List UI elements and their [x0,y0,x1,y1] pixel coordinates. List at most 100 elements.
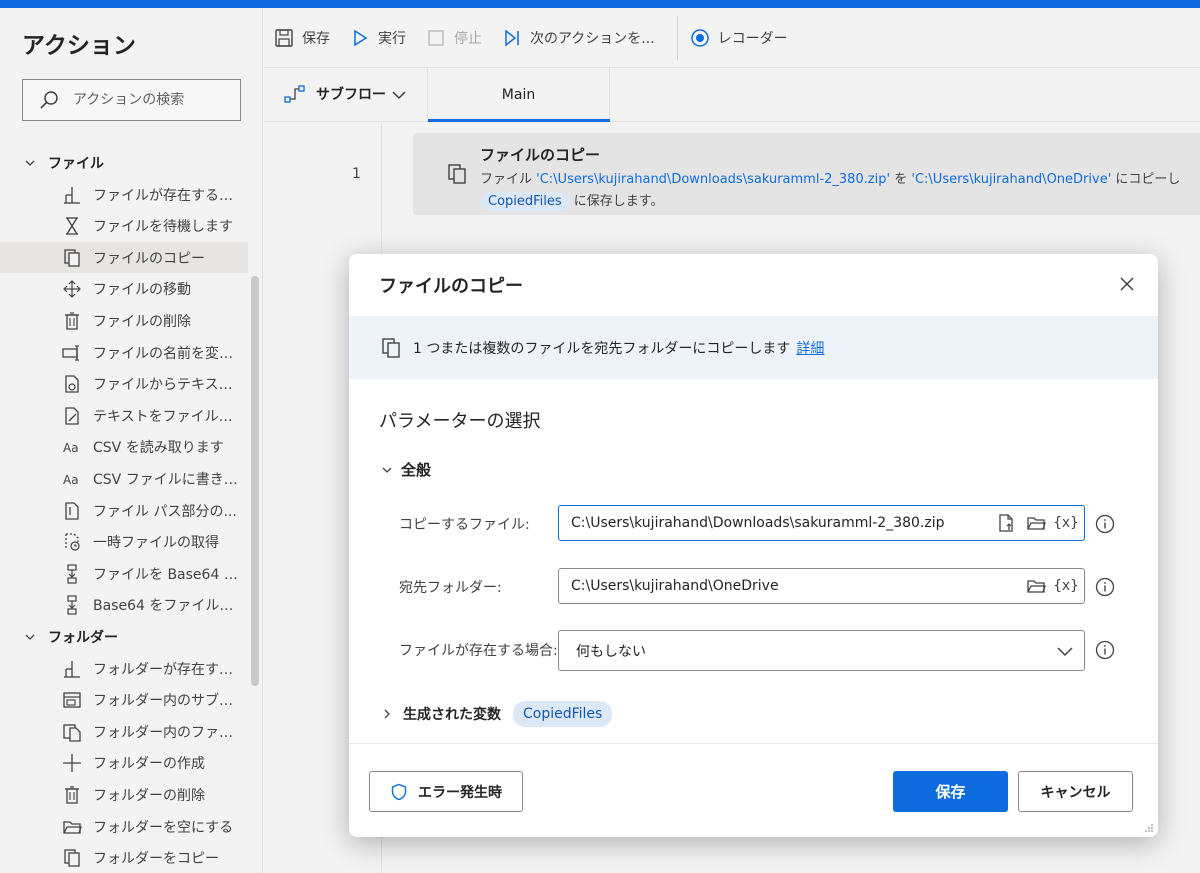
flow-action-card[interactable]: ファイルのコピー ファイル 'C:\Users\kujirahand\Downl… [413,133,1200,215]
copy-icon [382,337,400,358]
generated-variable-chip[interactable]: CopiedFiles [513,701,613,727]
group-file[interactable]: ファイル [24,153,104,173]
action-item-label: ファイルの名前を変更... [93,345,238,362]
info-icon[interactable] [1095,577,1115,597]
action-item[interactable]: フォルダーが存在する... [0,653,248,684]
if-exists-label: ファイルが存在する場合: [399,643,558,659]
action-item[interactable]: Base64 をファイルに... [0,590,248,621]
generated-variables-toggle[interactable]: 生成された変数 CopiedFiles [381,701,613,727]
action-item-label: フォルダーの削除 [93,787,205,804]
details-link[interactable]: 詳細 [796,338,824,358]
action-item[interactable]: フォルダー内のサブフォ... [0,685,248,716]
file-picker-icon[interactable] [992,509,1020,537]
action-item[interactable]: ファイルが存在する場... [0,179,248,210]
action-item[interactable]: Aa CSV ファイルに書き込... [0,463,248,494]
action-item-label: ファイルの削除 [93,313,191,330]
chevron-down-icon [25,634,35,640]
action-item[interactable]: フォルダーをコピー [0,843,248,873]
general-label: 全般 [401,461,432,479]
action-item-label: フォルダーを空にする [93,819,234,836]
action-item[interactable]: フォルダーの作成 [0,748,248,779]
copy-icon [448,164,466,184]
dialog-title: ファイルのコピー [379,276,523,297]
copy-file-field[interactable]: C:\Users\kujirahand\Downloads\sakuramml-… [558,505,1085,541]
actions-panel-title: アクション [22,33,136,59]
subflow-icon [284,85,305,103]
run-button[interactable]: 実行 [350,28,406,48]
stop-button[interactable]: 停止 [426,28,482,48]
chevron-down-icon[interactable] [390,86,408,104]
flow-action-description: ファイル 'C:\Users\kujirahand\Downloads\saku… [480,168,1180,187]
parameters-title: パラメーターの選択 [379,411,541,432]
if-exists-select[interactable]: 何もしない [558,630,1085,671]
dest-path: 'C:\Users\kujirahand\OneDrive' [911,172,1112,187]
action-item[interactable]: ファイルを待機します [0,211,248,242]
toolbar-divider [676,15,678,60]
action-item[interactable]: ファイル パス部分の... [0,495,248,526]
folder-picker-icon[interactable] [1022,509,1050,537]
flow-action-output: CopiedFiles に保存します。 [480,190,664,211]
copy-file-value[interactable]: C:\Users\kujirahand\Downloads\sakuramml-… [571,515,990,531]
action-item[interactable]: Aa CSV を読み取ります [0,432,248,463]
tab-main[interactable]: Main [428,68,610,122]
close-icon[interactable] [1117,274,1137,294]
file-write-icon [60,404,84,428]
action-item[interactable]: ファイルからテキストを... [0,369,248,400]
action-item[interactable]: フォルダーを空にする [0,811,248,842]
action-search-input[interactable] [73,92,223,108]
recorder-button[interactable]: レコーダー [690,28,788,48]
resize-grip-icon[interactable] [1144,823,1154,833]
action-item[interactable]: テキストをファイルに書... [0,400,248,431]
copy-icon [60,846,84,870]
folder-picker-icon[interactable] [1022,572,1050,600]
record-icon [690,28,709,47]
action-item-label: CSV を読み取ります [93,440,224,457]
variable-picker-icon[interactable]: {x} [1052,572,1080,600]
action-item-label: ファイルのコピー [93,250,205,267]
dest-folder-label: 宛先フォルダー: [399,580,502,596]
on-error-label: エラー発生時 [418,784,502,801]
desc-suffix: にコピーし [1111,172,1181,187]
action-item[interactable]: フォルダー内のファイル... [0,716,248,747]
file-path-icon [60,499,84,523]
save-toolbar-button[interactable]: 保存 [274,28,330,48]
convert-icon [60,562,84,586]
info-icon[interactable] [1095,514,1115,534]
subflow-button[interactable]: サブフロー [284,84,386,104]
action-item[interactable]: ファイルの移動 [0,274,248,305]
action-item[interactable]: ファイルを Base64 に... [0,558,248,589]
cancel-button[interactable]: キャンセル [1018,771,1133,812]
next-action-button[interactable]: 次のアクションを... [502,28,655,48]
text-aa-icon: Aa [60,467,84,491]
save-icon [275,28,293,47]
general-section-toggle[interactable]: 全般 [381,459,431,480]
dest-folder-value[interactable]: C:\Users\kujirahand\OneDrive [571,578,1020,594]
info-icon[interactable] [1095,640,1115,660]
flow-action-title: ファイルのコピー [480,146,601,164]
action-item[interactable]: フォルダーの削除 [0,779,248,810]
action-item-label: フォルダーをコピー [93,851,219,868]
action-item[interactable]: 一時ファイルの取得 [0,527,248,558]
copy-file-label: コピーするファイル: [399,517,530,533]
next-action-label: 次のアクションを... [530,30,655,47]
dest-folder-field[interactable]: C:\Users\kujirahand\OneDrive {x} [558,568,1085,604]
save-toolbar-label: 保存 [302,30,330,47]
action-item[interactable]: ファイルの削除 [0,305,248,336]
on-error-button[interactable]: エラー発生時 [369,771,523,812]
action-item[interactable]: ファイルの名前を変更... [0,337,248,368]
variable-picker-icon[interactable]: {x} [1052,509,1080,537]
dialog-info-bar: 1 つまたは複数のファイルを宛先フォルダーにコピーします 詳細 [349,316,1158,379]
generated-variables-label: 生成された変数 [403,707,501,723]
chevron-down-icon [25,160,35,166]
sidebar-scrollbar[interactable] [251,276,259,686]
group-folder[interactable]: フォルダー [24,627,118,647]
branch-icon [60,657,84,681]
toolbar: 保存 実行 停止 次のアクションを... レコーダー [264,8,1200,68]
action-item-label: 一時ファイルの取得 [93,535,219,552]
action-item-label: ファイルを待機します [93,219,233,236]
action-search-box[interactable] [22,79,241,121]
save-button[interactable]: 保存 [893,771,1008,812]
temp-file-icon [60,530,84,554]
action-item[interactable]: ファイルのコピー [0,242,248,274]
info-text: 1 つまたは複数のファイルを宛先フォルダーにコピーします [413,340,791,357]
